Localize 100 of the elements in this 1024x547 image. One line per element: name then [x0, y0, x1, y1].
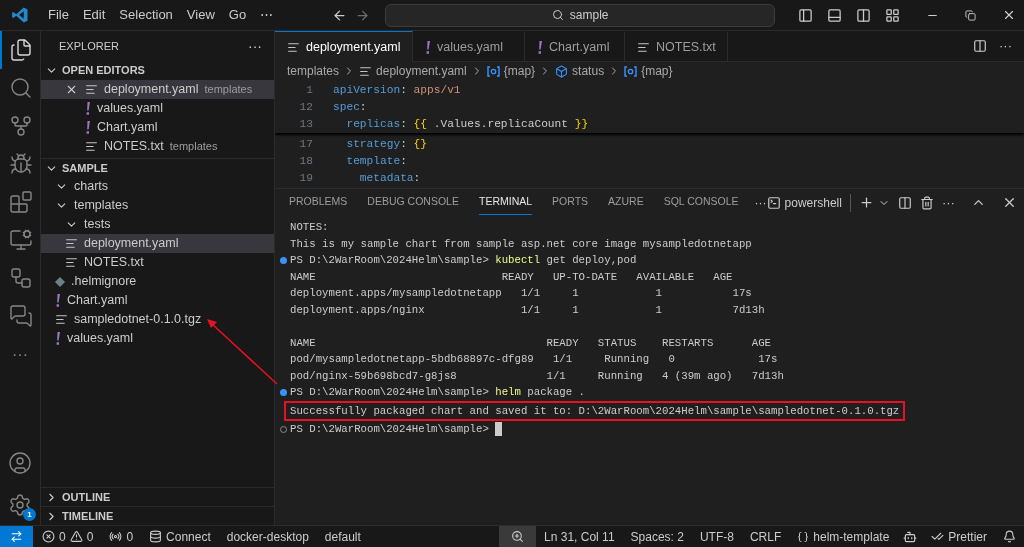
- code-line: strategy: {}: [345, 137, 427, 153]
- language-mode[interactable]: helm-template: [789, 527, 898, 546]
- account-icon[interactable]: [8, 451, 32, 475]
- panel-tab[interactable]: PROBLEMS: [289, 190, 348, 215]
- bot-icon[interactable]: [903, 529, 918, 544]
- breadcrumb-item[interactable]: {map}: [486, 62, 536, 80]
- menu-item[interactable]: File: [41, 5, 76, 25]
- remote-button[interactable]: [0, 526, 33, 547]
- code-line: metadata:: [358, 171, 421, 187]
- bracket-icon: [486, 65, 500, 77]
- chat-icon[interactable]: [9, 304, 33, 328]
- split-editor-icon[interactable]: [973, 39, 987, 53]
- bell-icon[interactable]: [1003, 530, 1016, 543]
- line-number: 12: [298, 100, 314, 116]
- tree-item[interactable]: NOTES.txt: [41, 253, 274, 272]
- terminal-line: NAME READY UP-TO-DATE AVAILABLE AGE: [290, 269, 733, 285]
- tree-item[interactable]: templates: [41, 196, 274, 215]
- menu-item[interactable]: Selection: [112, 5, 180, 25]
- monitor-icon[interactable]: [9, 228, 33, 252]
- panel-tab[interactable]: PORTS: [552, 190, 589, 215]
- more-button[interactable]: ···: [941, 192, 955, 213]
- terminal-line: deployment.apps/nginx 1/1 1 1 7d13h: [290, 302, 765, 318]
- back-icon[interactable]: [332, 7, 348, 23]
- open-editor-item[interactable]: Chart.yaml: [41, 118, 274, 137]
- plus-icon[interactable]: [858, 195, 874, 210]
- breadcrumb-item[interactable]: status: [555, 62, 605, 80]
- open-editor-item[interactable]: NOTES.txt templates: [41, 137, 274, 156]
- section-header[interactable]: OUTLINE: [41, 487, 274, 506]
- search-field[interactable]: sample: [385, 3, 776, 27]
- breadcrumb-item[interactable]: deployment.yaml: [359, 62, 467, 80]
- cursor-position[interactable]: Ln 31, Col 11: [536, 527, 623, 546]
- tree-item[interactable]: values.yaml: [41, 329, 274, 348]
- split-terminal-icon[interactable]: [897, 195, 912, 210]
- terminal-line: NOTES:: [290, 220, 329, 235]
- zoom-button[interactable]: [499, 526, 537, 547]
- lines-icon: [359, 64, 373, 78]
- panel-tab[interactable]: AZURE: [608, 190, 644, 215]
- indentation-setting[interactable]: Spaces: 2: [622, 527, 692, 546]
- breadcrumb-item[interactable]: {map}: [624, 62, 673, 80]
- menu-item[interactable]: Edit: [75, 5, 113, 25]
- menu-item[interactable]: View: [179, 5, 222, 25]
- close-icon[interactable]: [65, 83, 78, 96]
- editor-tab[interactable]: Chart.yaml: [525, 31, 625, 62]
- tree-item[interactable]: charts: [41, 177, 274, 196]
- database-icon: [149, 530, 163, 543]
- files-icon[interactable]: [9, 38, 33, 62]
- menu-item[interactable]: Go: [221, 5, 254, 25]
- encoding-setting[interactable]: UTF-8: [691, 527, 742, 546]
- layout-icon[interactable]: [885, 7, 900, 23]
- exclamation-icon: [55, 332, 61, 345]
- code-line: replicas: {{ .Values.replicaCount }}: [345, 117, 589, 133]
- terminal-icon: [766, 195, 781, 210]
- restore-icon[interactable]: [965, 9, 976, 21]
- breadcrumb-item[interactable]: templates: [287, 62, 340, 80]
- editor-tab[interactable]: NOTES.txt: [625, 31, 728, 62]
- formatter-status[interactable]: Prettier: [923, 527, 995, 546]
- panel-left-icon[interactable]: [798, 7, 813, 23]
- tree-item[interactable]: .helmignore: [41, 272, 274, 291]
- search-icon[interactable]: [9, 76, 33, 100]
- blocks-icon[interactable]: [9, 190, 33, 214]
- context-name[interactable]: docker-desktop: [222, 527, 313, 546]
- workflow-icon[interactable]: [9, 266, 33, 290]
- panel-tab[interactable]: SQL CONSOLE: [663, 190, 739, 215]
- tree-item[interactable]: sampledotnet-0.1.0.tgz: [41, 310, 274, 329]
- more-button[interactable]: ···: [754, 193, 767, 212]
- ports-status[interactable]: 0: [105, 527, 138, 546]
- editor-tab[interactable]: deployment.yaml: [275, 31, 413, 62]
- more-button[interactable]: ···: [12, 343, 28, 367]
- open-editor-item[interactable]: deployment.yaml templates: [41, 80, 274, 99]
- code-line: apiVersion: apps/v1: [332, 83, 461, 99]
- settings-icon[interactable]: [8, 493, 32, 517]
- panel-tab[interactable]: TERMINAL: [478, 190, 533, 215]
- section-header[interactable]: OPEN EDITORS: [41, 61, 274, 80]
- namespace-name[interactable]: default: [320, 527, 365, 546]
- panel-tab[interactable]: DEBUG CONSOLE: [367, 190, 459, 215]
- problems-status[interactable]: 0 0: [38, 527, 98, 546]
- lines-icon: [637, 40, 650, 54]
- terminal-line: NAME READY STATUS RESTARTS AGE: [290, 335, 772, 351]
- terminal-selector[interactable]: powershell: [766, 193, 851, 212]
- more-button[interactable]: ···: [999, 36, 1012, 56]
- connect-button[interactable]: Connect: [145, 527, 215, 546]
- trash-icon[interactable]: [919, 195, 934, 210]
- close-icon[interactable]: [1002, 8, 1016, 22]
- more-button[interactable]: ···: [248, 35, 262, 57]
- open-editor-item[interactable]: values.yaml: [41, 99, 274, 118]
- tree-item[interactable]: tests: [41, 215, 274, 234]
- forward-icon[interactable]: [355, 7, 371, 23]
- lines-icon: [65, 237, 78, 250]
- branch-icon[interactable]: [9, 114, 33, 138]
- columns-icon[interactable]: [856, 7, 871, 23]
- panel-bottom-icon[interactable]: [827, 7, 842, 23]
- menu-item[interactable]: ⋯: [253, 5, 281, 25]
- terminal-line: PS D:\2WarRoom\2024Helm\sample>: [290, 422, 490, 437]
- tree-item[interactable]: deployment.yaml: [41, 234, 274, 253]
- logo-icon: [11, 6, 29, 24]
- line-ending-setting[interactable]: CRLF: [741, 527, 790, 546]
- tree-item[interactable]: Chart.yaml: [41, 291, 274, 310]
- editor-tab[interactable]: values.yaml: [413, 31, 525, 62]
- section-header[interactable]: SAMPLE: [41, 158, 274, 177]
- bug-icon[interactable]: [9, 152, 33, 176]
